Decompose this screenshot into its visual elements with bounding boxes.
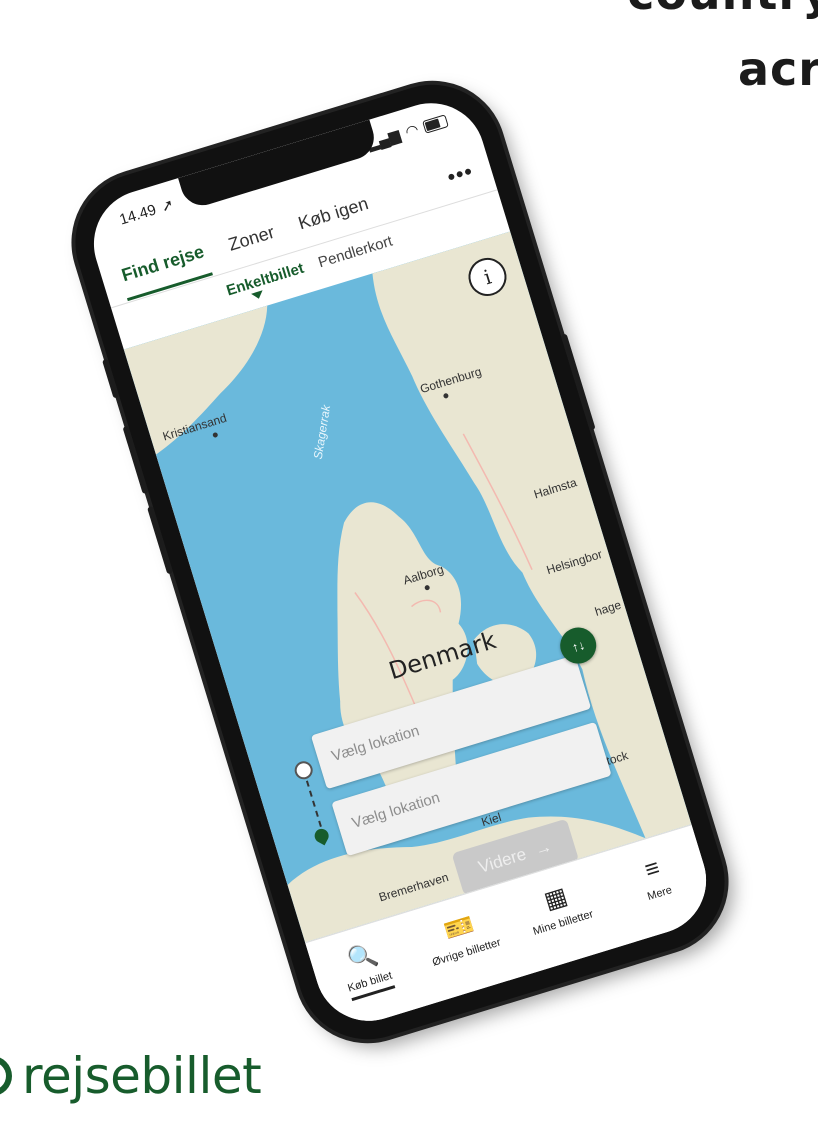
wifi-icon: ◠: [403, 121, 421, 142]
nav-mere[interactable]: ≡ Mere: [606, 844, 705, 912]
map-view[interactable]: Kristiansand Gothenburg Aalborg Halmsta …: [123, 231, 692, 943]
arrow-right-icon: →: [532, 836, 555, 860]
mute-switch: [102, 358, 120, 399]
ticket-icon: 🎫: [440, 910, 478, 946]
nav-koeb-billet[interactable]: 🔍 Køb billet: [316, 933, 417, 1008]
nav-label: Mere: [646, 884, 674, 903]
nav-oevrige-billetter[interactable]: 🎫 Øvrige billetter: [412, 903, 511, 971]
search-icon: 🔍: [344, 940, 381, 976]
status-time: 14.49: [117, 200, 159, 229]
menu-icon: ≡: [641, 854, 663, 885]
qr-code-icon: ▦: [540, 882, 571, 915]
volume-down-button: [147, 505, 174, 575]
next-button-label: Videre: [476, 844, 529, 877]
more-options-icon[interactable]: •••: [444, 158, 477, 190]
volume-up-button: [122, 425, 149, 495]
phone-screen: 14.49 ➚ ▂▄▆ ◠ Find rejse Zoner Køb igen …: [80, 89, 720, 1035]
phone-frame: 14.49 ➚ ▂▄▆ ◠ Find rejse Zoner Køb igen …: [58, 67, 742, 1057]
tab-zoner[interactable]: Zoner: [220, 209, 282, 267]
battery-icon: [421, 113, 449, 134]
nav-label: Øvrige billetter: [430, 936, 503, 969]
nav-label: Mine billetter: [531, 908, 595, 938]
nav-mine-billetter[interactable]: ▦ Mine billetter: [509, 874, 608, 942]
location-arrow-icon: ➚: [159, 195, 177, 216]
